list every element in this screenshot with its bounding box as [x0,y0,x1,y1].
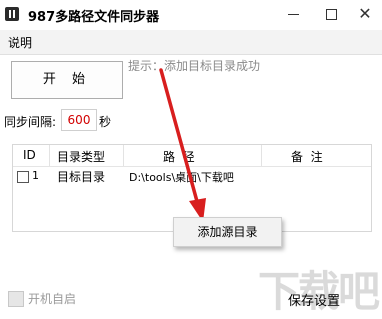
context-menu: 添加源目录 [173,217,282,247]
arrow-shaft [159,68,200,207]
annotation-arrow [159,68,206,222]
autostart-box[interactable] [8,291,24,307]
autostart-label: 开机自启 [28,292,77,306]
menu-item-add-source-dir[interactable]: 添加源目录 [197,225,257,239]
save-settings-button[interactable]: 保存设置 [288,290,340,309]
